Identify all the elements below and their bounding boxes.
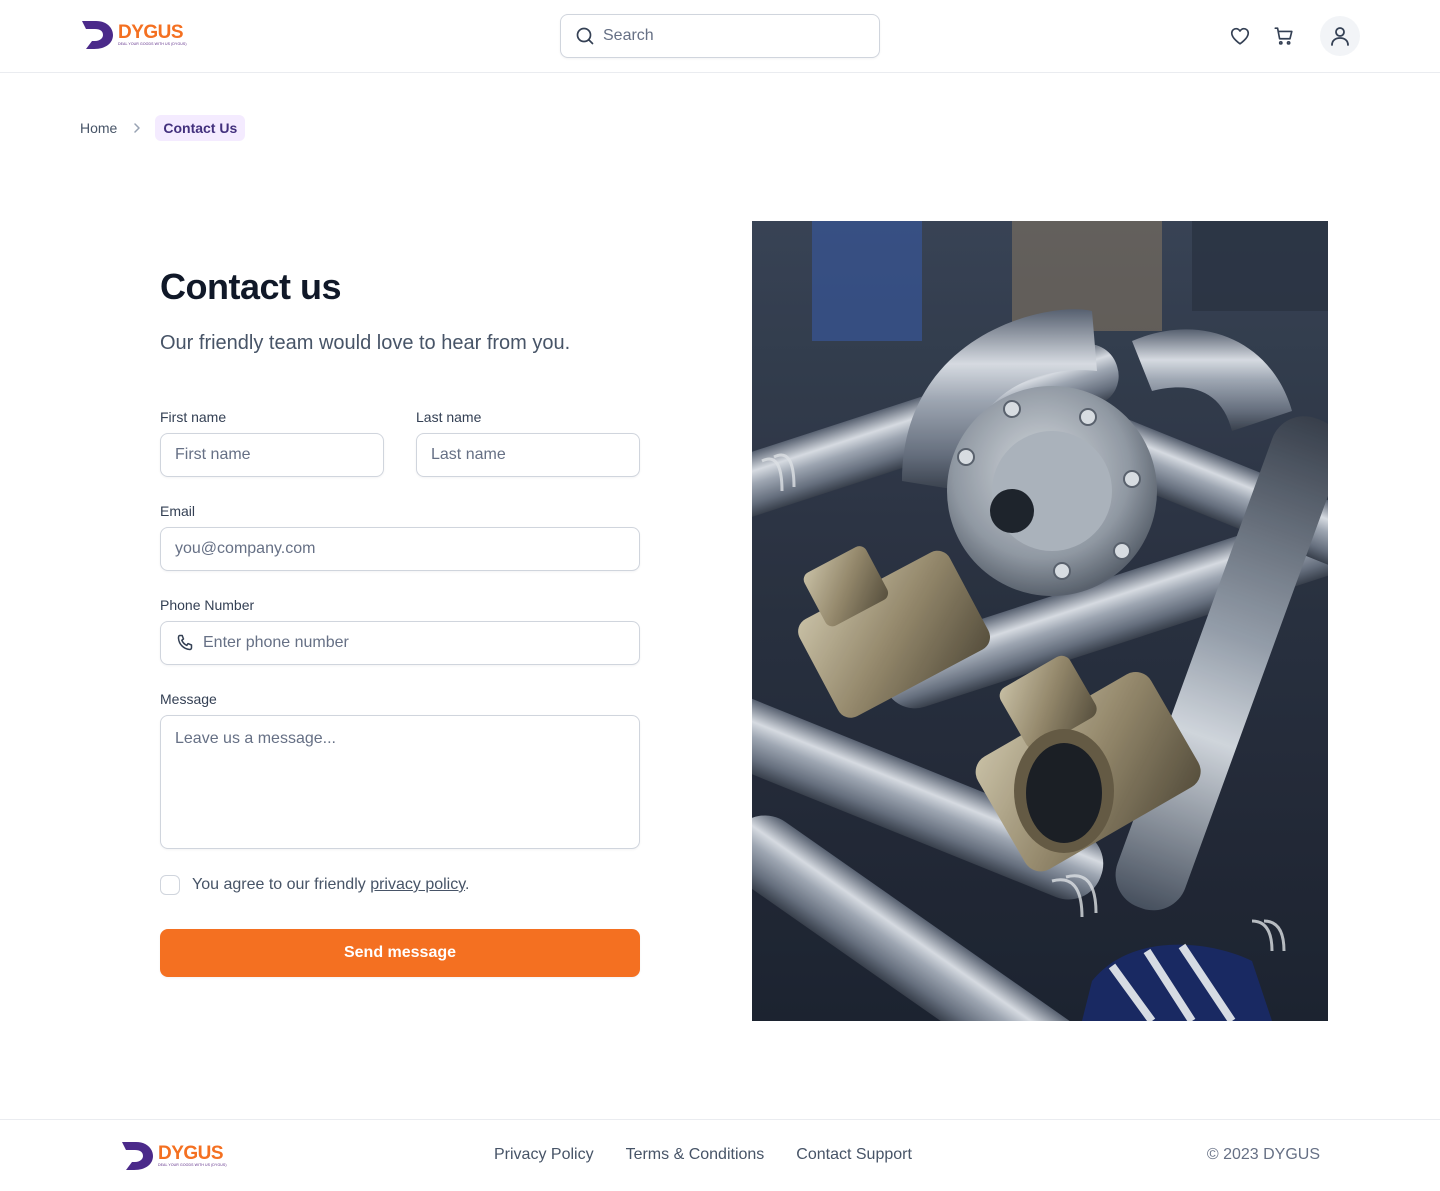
breadcrumb: Home Contact Us (80, 114, 246, 142)
footer-link-privacy-policy[interactable]: Privacy Policy (494, 1146, 594, 1164)
first-name-label: First name (160, 409, 227, 425)
pipes-photo (752, 221, 1328, 1021)
last-name-label: Last name (416, 409, 482, 425)
cart-button[interactable] (1272, 24, 1296, 48)
site-header: DYGUS DEAL YOUR GOODS WITH US (DYGUS) (0, 0, 1440, 73)
page-title: Contact us (160, 266, 342, 307)
breadcrumb-current[interactable]: Contact Us (155, 115, 246, 141)
email-input[interactable] (175, 540, 625, 558)
site-footer: DYGUS DEAL YOUR GOODS WITH US (DYGUS) Pr… (0, 1119, 1440, 1191)
footer-brand-name: DYGUS (158, 1143, 224, 1164)
brand-name: DYGUS (118, 22, 184, 43)
phone-icon (177, 634, 193, 651)
last-name-input[interactable] (431, 446, 625, 464)
phone-label: Phone Number (160, 597, 255, 613)
first-name-input[interactable] (175, 446, 369, 464)
email-label: Email (160, 503, 196, 519)
search-icon (576, 27, 594, 45)
agree-text-prefix: You agree to our friendly (192, 876, 371, 893)
heart-icon (1230, 27, 1250, 45)
agree-text-suffix: . (465, 876, 470, 893)
header-logo[interactable]: DYGUS DEAL YOUR GOODS WITH US (DYGUS) (80, 19, 187, 51)
chevron-right-icon (129, 120, 145, 136)
privacy-checkbox[interactable] (160, 875, 180, 895)
page-subtitle: Our friendly team would love to hear fro… (160, 332, 571, 354)
phone-input[interactable] (203, 634, 625, 652)
message-label: Message (160, 691, 217, 707)
footer-logo[interactable]: DYGUS DEAL YOUR GOODS WITH US (DYGUS) (120, 1140, 227, 1172)
send-message-button[interactable]: Send message (160, 929, 640, 977)
search-box[interactable] (560, 14, 880, 58)
privacy-agreement: You agree to our friendly privacy policy… (160, 875, 470, 895)
email-field[interactable] (160, 527, 640, 571)
phone-field[interactable] (160, 621, 640, 665)
footer-links: Privacy Policy Terms & Conditions Contac… (494, 1146, 944, 1164)
user-avatar-button[interactable] (1320, 16, 1360, 56)
copyright-text: © 2023 DYGUS (1206, 1146, 1320, 1163)
logo-mark-icon (122, 1142, 153, 1170)
search-input[interactable] (603, 27, 863, 45)
user-icon (1331, 27, 1349, 46)
brand-tagline: DEAL YOUR GOODS WITH US (DYGUS) (118, 42, 187, 46)
first-name-field[interactable] (160, 433, 384, 477)
footer-link-contact-support[interactable]: Contact Support (796, 1146, 912, 1164)
message-textarea[interactable] (175, 730, 625, 830)
cart-icon (1274, 27, 1293, 45)
privacy-policy-link[interactable]: privacy policy (370, 876, 465, 893)
logo-mark-icon (82, 21, 113, 49)
breadcrumb-home-link[interactable]: Home (80, 120, 117, 136)
pipes-illustration (752, 221, 1328, 1021)
wishlist-button[interactable] (1228, 24, 1252, 48)
last-name-field[interactable] (416, 433, 640, 477)
footer-link-terms[interactable]: Terms & Conditions (626, 1146, 765, 1164)
footer-brand-tagline: DEAL YOUR GOODS WITH US (DYGUS) (158, 1163, 227, 1167)
message-field[interactable] (160, 715, 640, 849)
